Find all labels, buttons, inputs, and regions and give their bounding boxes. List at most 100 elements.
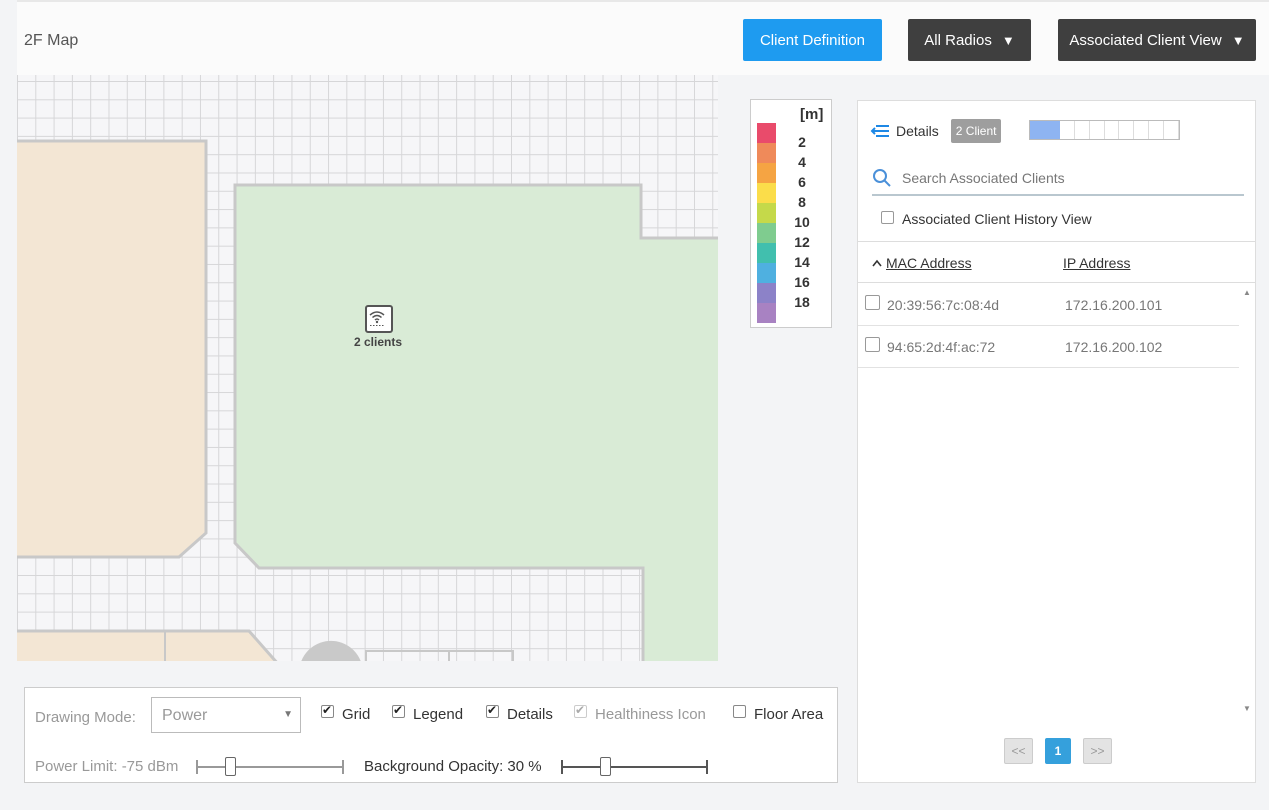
healthiness-label: Healthiness Icon bbox=[595, 706, 706, 723]
legend-toggle[interactable]: Legend bbox=[392, 703, 464, 723]
scroll-down-icon[interactable]: ▼ bbox=[1243, 704, 1251, 713]
pagination: << 1 >> bbox=[1004, 738, 1112, 764]
search-box bbox=[872, 162, 1244, 196]
legend-unit: [m] bbox=[800, 106, 824, 123]
caret-down-icon: ▼ bbox=[1001, 32, 1015, 48]
client-definition-label: Client Definition bbox=[759, 31, 866, 49]
power-limit-label: Power Limit: -75 dBm bbox=[35, 758, 179, 775]
column-header-ip[interactable]: IP Address bbox=[1063, 255, 1130, 271]
legend-swatch bbox=[757, 223, 776, 243]
slider-thumb[interactable] bbox=[225, 757, 237, 776]
room-center bbox=[233, 183, 718, 661]
details-label: Details bbox=[507, 706, 553, 723]
all-radios-dropdown[interactable]: All Radios ▼ bbox=[908, 19, 1031, 61]
client-capacity-meter bbox=[1029, 120, 1180, 140]
history-view-toggle[interactable]: Associated Client History View bbox=[881, 210, 1092, 227]
floor-area-checkbox[interactable] bbox=[733, 705, 746, 718]
meter-segment bbox=[1090, 121, 1105, 139]
details-panel: Details 2 Client Associated Client Histo… bbox=[857, 100, 1256, 783]
background-opacity-slider[interactable] bbox=[561, 757, 708, 776]
page: 2F Map Client Definition All Radios ▼ As… bbox=[0, 0, 1269, 810]
legend-label: Legend bbox=[413, 706, 464, 723]
row-checkbox[interactable] bbox=[865, 295, 880, 310]
access-point-icon[interactable] bbox=[365, 305, 393, 333]
prev-page-button[interactable]: << bbox=[1004, 738, 1033, 764]
legend-swatch bbox=[757, 303, 776, 323]
caret-down-icon: ▼ bbox=[1231, 32, 1245, 48]
details-title: Details bbox=[896, 123, 939, 139]
grid-toggle[interactable]: Grid bbox=[321, 703, 371, 723]
legend-swatch bbox=[757, 283, 776, 303]
access-point-label: 2 clients bbox=[353, 335, 403, 349]
floor-area-label: Floor Area bbox=[754, 706, 824, 723]
table-row[interactable]: 94:65:2d:4f:ac:72 172.16.200.102 bbox=[858, 326, 1239, 368]
table-header: MAC Address IP Address bbox=[858, 241, 1255, 283]
meter-segment bbox=[1044, 121, 1060, 139]
ip-address-cell: 172.16.200.101 bbox=[1065, 297, 1163, 313]
grid-label: Grid bbox=[342, 706, 371, 723]
sort-ascending-icon bbox=[872, 259, 882, 267]
details-header: Details 2 Client bbox=[870, 119, 1002, 143]
details-toggle[interactable]: Details bbox=[486, 703, 553, 723]
wifi-icon bbox=[369, 311, 385, 326]
table-row[interactable]: 20:39:56:7c:08:4d 172.16.200.101 bbox=[858, 284, 1239, 326]
meter-segment bbox=[1030, 121, 1045, 139]
power-limit-slider[interactable] bbox=[196, 757, 344, 776]
meter-segment bbox=[1060, 121, 1075, 139]
floor-area-toggle[interactable]: Floor Area bbox=[733, 705, 824, 723]
details-checkbox[interactable] bbox=[486, 703, 499, 718]
meter-segment bbox=[1119, 121, 1135, 139]
floor-map[interactable]: 2 clients bbox=[17, 75, 718, 661]
mac-address-cell: 20:39:56:7c:08:4d bbox=[887, 297, 1000, 313]
legend-value: 18 bbox=[794, 294, 810, 310]
legend-value: 6 bbox=[798, 174, 806, 190]
mac-address-cell: 94:65:2d:4f:ac:72 bbox=[887, 339, 996, 355]
page-1-button[interactable]: 1 bbox=[1045, 738, 1071, 764]
legend-swatch bbox=[757, 263, 776, 283]
healthiness-toggle: Healthiness Icon bbox=[574, 703, 706, 723]
client-view-label: Associated Client View bbox=[1069, 31, 1222, 49]
legend-swatch bbox=[757, 183, 776, 203]
client-definition-button[interactable]: Client Definition bbox=[743, 19, 882, 61]
legend-swatch bbox=[757, 203, 776, 223]
distance-legend: [m] 2 4 6 8 10 12 14 16 18 bbox=[750, 99, 832, 328]
meter-segment bbox=[1075, 121, 1090, 139]
row-checkbox[interactable] bbox=[865, 337, 880, 352]
meter-segment bbox=[1149, 121, 1165, 139]
header-bar: 2F Map Client Definition All Radios ▼ As… bbox=[17, 0, 1269, 75]
ip-address-cell: 172.16.200.102 bbox=[1065, 339, 1163, 355]
legend-swatch bbox=[757, 123, 776, 143]
legend-swatch bbox=[757, 243, 776, 263]
drawing-mode-label: Drawing Mode: bbox=[35, 709, 136, 726]
room-left bbox=[17, 139, 208, 559]
select-arrow-icon: ▼ bbox=[283, 709, 293, 720]
collapse-menu-icon[interactable] bbox=[870, 123, 890, 139]
history-view-checkbox[interactable] bbox=[881, 210, 894, 224]
history-view-label: Associated Client History View bbox=[902, 211, 1092, 227]
legend-value: 14 bbox=[794, 254, 810, 270]
client-count-badge: 2 Client bbox=[950, 119, 1002, 143]
drawing-mode-select[interactable]: Power ▼ bbox=[151, 697, 301, 733]
next-page-button[interactable]: >> bbox=[1083, 738, 1112, 764]
all-radios-label: All Radios bbox=[924, 31, 992, 49]
search-input[interactable] bbox=[902, 170, 1232, 186]
grid-checkbox[interactable] bbox=[321, 703, 334, 718]
legend-value: 2 bbox=[798, 134, 806, 150]
map-title: 2F Map bbox=[24, 32, 79, 49]
meter-segment bbox=[1105, 121, 1120, 139]
column-header-mac[interactable]: MAC Address bbox=[886, 255, 972, 271]
background-opacity-label: Background Opacity: 30 % bbox=[364, 758, 542, 775]
legend-value: 10 bbox=[794, 214, 810, 230]
slider-thumb[interactable] bbox=[600, 757, 612, 776]
legend-checkbox[interactable] bbox=[392, 703, 405, 718]
client-view-dropdown[interactable]: Associated Client View ▼ bbox=[1058, 19, 1256, 61]
search-icon bbox=[873, 169, 891, 187]
map-controls: Drawing Mode: Power ▼ Grid Legend Detail… bbox=[24, 687, 838, 783]
room-bottom-left bbox=[17, 629, 278, 661]
scroll-up-icon[interactable]: ▲ bbox=[1243, 288, 1251, 297]
legend-swatch bbox=[757, 163, 776, 183]
meter-segment bbox=[1164, 121, 1180, 139]
legend-value: 12 bbox=[794, 234, 810, 250]
legend-value: 4 bbox=[798, 154, 806, 170]
meter-segment bbox=[1134, 121, 1150, 139]
